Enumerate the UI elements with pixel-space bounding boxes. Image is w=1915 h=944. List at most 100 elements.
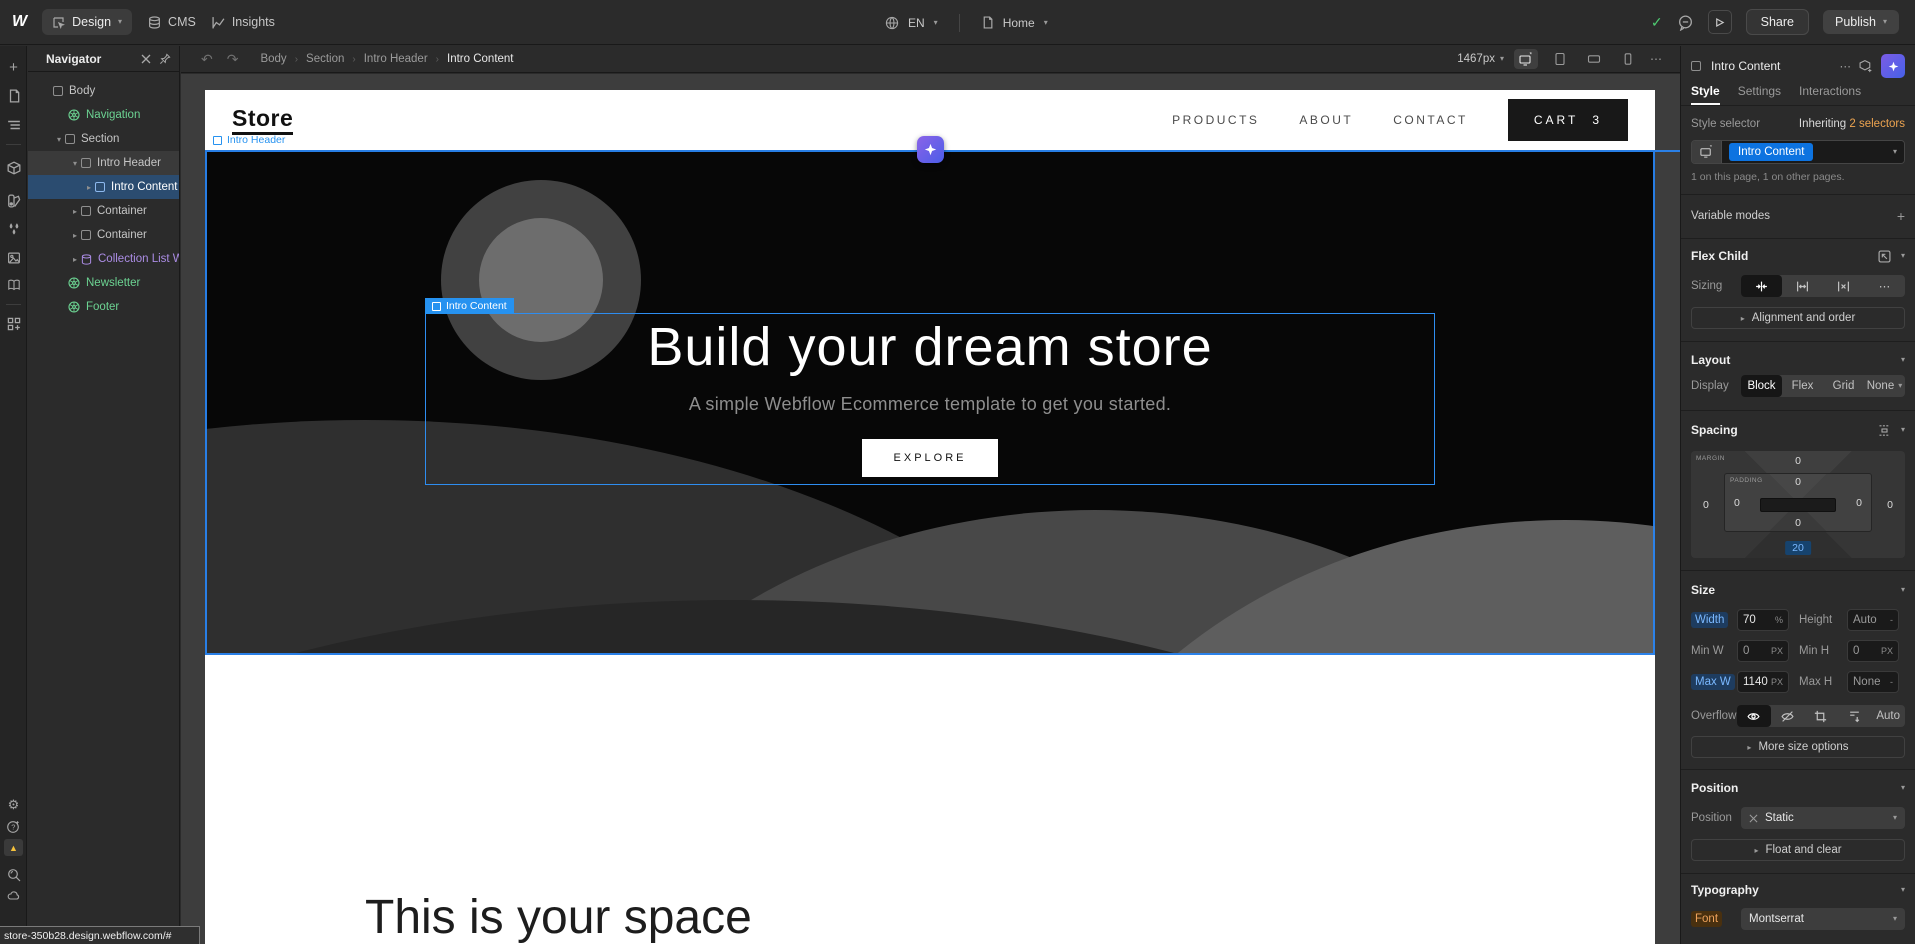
chevron-right-icon[interactable]: ▸ (69, 255, 81, 264)
share-button[interactable]: Share (1746, 9, 1809, 35)
display-grid-option[interactable]: Grid (1823, 375, 1864, 397)
tab-style[interactable]: Style (1691, 79, 1720, 105)
intro-header-section-tag[interactable]: Intro Header (213, 134, 285, 146)
min-width-input[interactable]: 0 PX (1737, 640, 1789, 662)
breakpoint-tablet[interactable] (1548, 49, 1572, 69)
min-height-unit[interactable]: PX (1881, 646, 1893, 656)
max-width-input[interactable]: 1140 PX (1737, 671, 1789, 693)
pin-icon[interactable] (159, 53, 171, 65)
clear-value-icon[interactable] (1749, 814, 1758, 823)
close-icon[interactable] (141, 54, 151, 64)
upgrade-alert-icon[interactable]: ▲ (4, 839, 23, 856)
insights-button[interactable]: Insights (212, 15, 275, 29)
settings-gear-icon[interactable]: ⚙ (5, 796, 22, 813)
ai-assistant-icon-button[interactable] (1881, 54, 1905, 78)
undo-icon[interactable]: ↶ (201, 51, 213, 68)
selector-field[interactable]: Intro Content ▾ (1722, 141, 1904, 163)
sizing-grow-icon[interactable] (1782, 275, 1823, 297)
chevron-down-icon[interactable]: ▾ (1044, 19, 1048, 27)
overflow-visible-eye-icon[interactable] (1737, 705, 1771, 727)
position-dropdown[interactable]: Static ▾ (1741, 807, 1905, 829)
next-section-heading[interactable]: This is your space (365, 890, 752, 944)
breakpoint-phone-landscape[interactable] (1582, 49, 1606, 69)
chevron-down-icon[interactable]: ▾ (1901, 356, 1905, 364)
ai-assistant-button[interactable] (917, 136, 944, 163)
chevron-right-icon[interactable]: ▸ (69, 207, 81, 216)
tab-interactions[interactable]: Interactions (1799, 79, 1861, 105)
add-variable-mode-icon[interactable]: + (1897, 208, 1905, 224)
float-clear-button[interactable]: ▸ Float and clear (1691, 839, 1905, 861)
current-page-label[interactable]: Home (1003, 16, 1035, 30)
nav-link-products[interactable]: PRODUCTS (1172, 113, 1259, 127)
breakpoint-desktop-base[interactable]: * (1514, 49, 1538, 69)
overflow-clip-icon[interactable] (1804, 705, 1838, 727)
explore-button[interactable]: EXPLORE (862, 439, 999, 477)
tree-item-section[interactable]: ▾ Section (28, 127, 179, 151)
tree-item-navigation[interactable]: Navigation (28, 103, 179, 127)
tab-settings[interactable]: Settings (1738, 79, 1781, 105)
styles-icon[interactable] (5, 192, 22, 209)
tree-item-intro-content[interactable]: ▸ Intro Content (28, 175, 179, 199)
font-dropdown[interactable]: Montserrat ▾ (1741, 908, 1905, 930)
tree-item-container[interactable]: ▸ Container (28, 199, 179, 223)
hero-subtitle[interactable]: A simple Webflow Ecommerce template to g… (689, 394, 1171, 415)
assets-icon[interactable] (5, 249, 22, 266)
chevron-down-icon[interactable]: ▾ (53, 135, 65, 144)
tree-item-footer[interactable]: Footer (28, 295, 179, 319)
chevron-down-icon[interactable]: ▾ (69, 159, 81, 168)
height-input[interactable]: Auto - (1847, 609, 1899, 631)
display-flex-option[interactable]: Flex (1782, 375, 1823, 397)
inheriting-info[interactable]: Inheriting 2 selectors (1799, 118, 1905, 130)
min-width-unit[interactable]: PX (1771, 646, 1783, 656)
more-size-options-button[interactable]: ▸ More size options (1691, 736, 1905, 758)
tree-item-collection-list[interactable]: ▸ Collection List Wra... (28, 247, 179, 271)
padding-top-value[interactable]: 0 (1795, 476, 1801, 488)
locale-label[interactable]: EN (908, 16, 925, 30)
intro-content-selection-tag[interactable]: Intro Content (425, 298, 514, 314)
padding-right-value[interactable]: 0 (1856, 497, 1862, 509)
variables-icon[interactable] (5, 221, 22, 238)
width-input[interactable]: 70 % (1737, 609, 1789, 631)
apps-icon[interactable] (5, 315, 22, 332)
tree-item-newsletter[interactable]: Newsletter (28, 271, 179, 295)
chevron-down-icon[interactable]: ▾ (1901, 426, 1905, 434)
hero-heading[interactable]: Build your dream store (647, 316, 1212, 378)
comments-icon[interactable] (1677, 14, 1694, 31)
margin-top-value[interactable]: 0 (1795, 455, 1801, 467)
publish-button[interactable]: Publish ▾ (1823, 10, 1899, 34)
sizing-shrink-icon[interactable] (1741, 275, 1782, 297)
search-icon[interactable] (5, 866, 22, 883)
nav-link-about[interactable]: ABOUT (1299, 113, 1353, 127)
display-block-option[interactable]: Block (1741, 375, 1782, 397)
display-none-option[interactable]: None ▾ (1864, 375, 1905, 397)
breadcrumb-item[interactable]: Intro Header (364, 53, 428, 65)
more-options-icon[interactable]: ⋯ (1650, 52, 1662, 66)
cart-button[interactable]: CART 3 (1508, 99, 1628, 141)
chevron-down-icon[interactable]: ▾ (1893, 148, 1897, 156)
overflow-auto-option[interactable]: Auto (1871, 705, 1905, 727)
class-pill[interactable]: Intro Content (1729, 143, 1813, 161)
webflow-logo[interactable]: W (12, 13, 26, 31)
preview-button[interactable] (1708, 10, 1732, 34)
chevron-down-icon[interactable]: ▾ (1901, 784, 1905, 792)
tree-item-body[interactable]: Body (28, 79, 179, 103)
spacing-mode-icon[interactable] (1878, 424, 1891, 437)
inherited-from-parent-icon[interactable] (1878, 250, 1891, 263)
margin-bottom-value[interactable]: 20 (1785, 541, 1811, 555)
cms-button[interactable]: CMS (148, 15, 196, 29)
breadcrumb-item[interactable]: Body (260, 53, 286, 65)
padding-left-value[interactable]: 0 (1734, 497, 1740, 509)
breakpoint-phone-portrait[interactable] (1616, 49, 1640, 69)
intro-content-selected-element[interactable]: Intro Content Build your dream store A s… (425, 313, 1435, 485)
help-icon[interactable]: ? (5, 818, 22, 835)
max-height-unit[interactable]: - (1890, 677, 1893, 687)
sizing-more-icon[interactable]: ⋯ (1864, 275, 1905, 297)
chevron-right-icon[interactable]: ▸ (69, 231, 81, 240)
tree-item-container[interactable]: ▸ Container (28, 223, 179, 247)
canvas-width-selector[interactable]: 1467px ▾ (1457, 53, 1504, 65)
sizing-fixed-icon[interactable] (1823, 275, 1864, 297)
chevron-down-icon[interactable]: ▾ (1901, 586, 1905, 594)
chevron-down-icon[interactable]: ▾ (934, 19, 938, 27)
navigator-icon[interactable] (5, 116, 22, 133)
overflow-scroll-icon[interactable] (1838, 705, 1872, 727)
